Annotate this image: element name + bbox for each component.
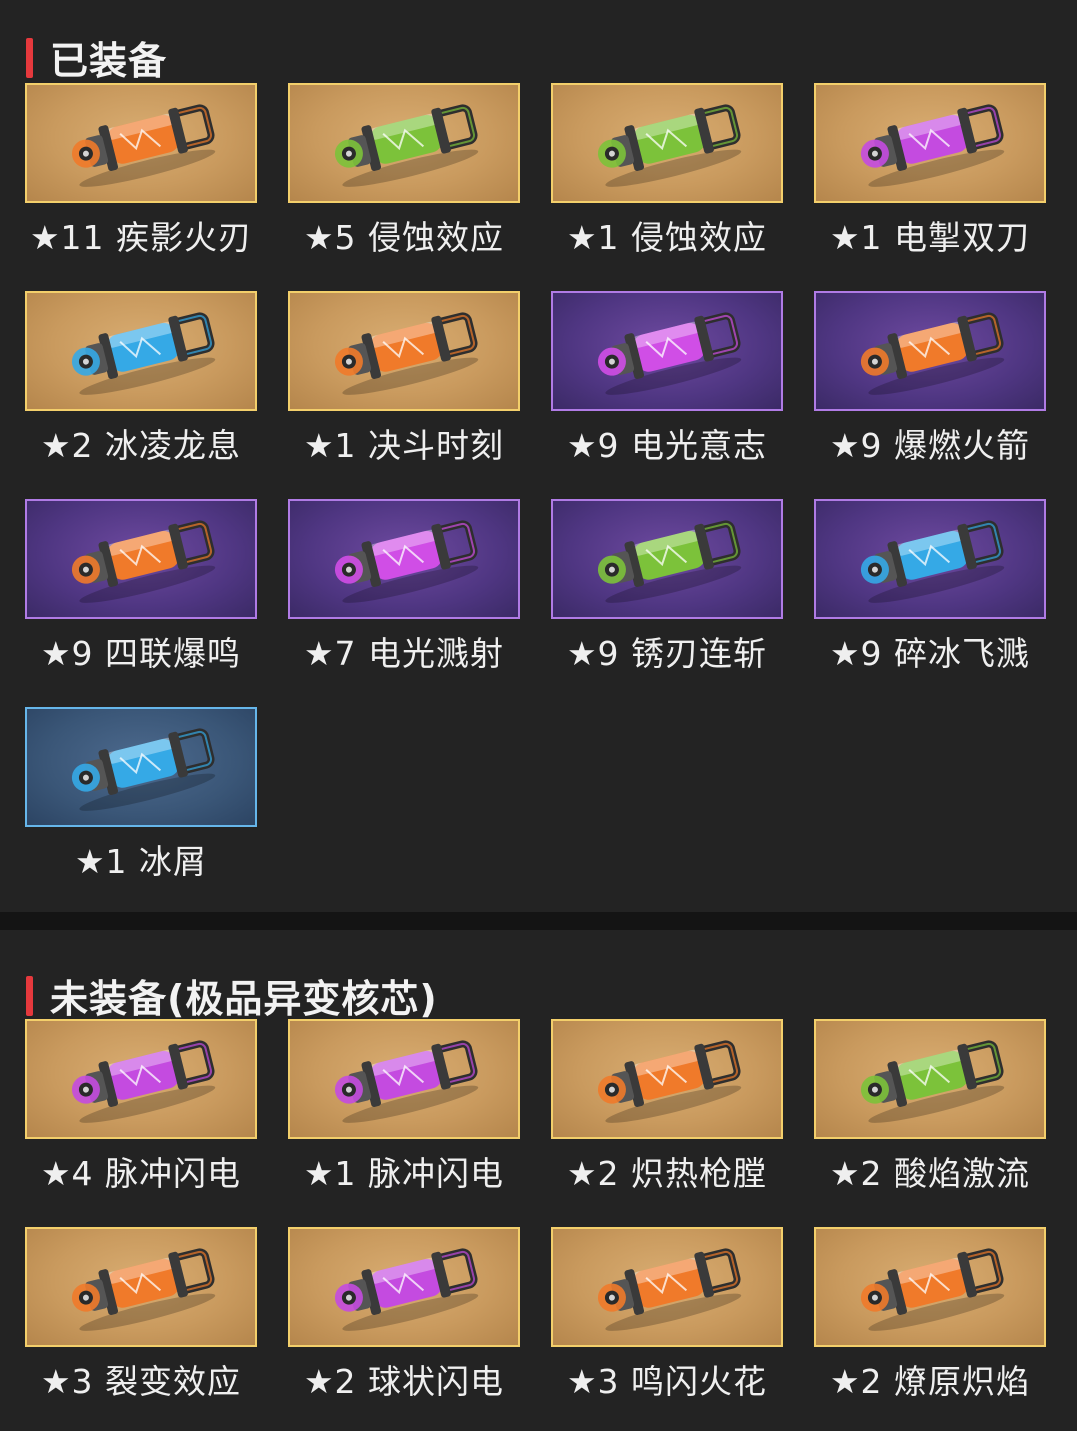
core-tile[interactable]: [814, 1019, 1046, 1139]
core-card[interactable]: ★3 鸣闪火花: [551, 1227, 813, 1417]
core-label: ★7 电光溅射: [303, 634, 505, 673]
core-tile[interactable]: [25, 499, 257, 619]
core-label: ★5 侵蚀效应: [303, 218, 505, 257]
core-tile[interactable]: [25, 1019, 257, 1139]
core-cannon-icon: [860, 312, 1005, 395]
core-card[interactable]: ★1 侵蚀效应: [551, 83, 813, 273]
core-cannon-icon: [597, 104, 742, 187]
core-tile[interactable]: [25, 83, 257, 203]
core-tile[interactable]: [814, 83, 1046, 203]
core-card[interactable]: ★11 疾影火刃: [25, 83, 287, 273]
core-label: ★2 球状闪电: [303, 1362, 505, 1401]
core-tile[interactable]: [288, 83, 520, 203]
core-tile[interactable]: [551, 1019, 783, 1139]
core-cannon-icon: [71, 1040, 216, 1123]
core-tile[interactable]: [551, 291, 783, 411]
core-tile[interactable]: [288, 499, 520, 619]
core-card[interactable]: ★9 碎冰飞溅: [814, 499, 1076, 689]
core-cannon-icon: [597, 1248, 742, 1331]
core-card[interactable]: ★1 冰屑: [25, 707, 287, 897]
core-card[interactable]: ★1 电掣双刀: [814, 83, 1076, 273]
core-label: ★9 电光意志: [566, 426, 768, 465]
core-label: ★2 燎原炽焰: [829, 1362, 1031, 1401]
core-cannon-icon: [860, 1040, 1005, 1123]
core-card[interactable]: ★5 侵蚀效应: [288, 83, 550, 273]
core-card[interactable]: ★1 脉冲闪电: [288, 1019, 550, 1209]
core-tile[interactable]: [814, 291, 1046, 411]
core-cannon-icon: [334, 104, 479, 187]
core-label: ★9 锈刃连斩: [566, 634, 768, 673]
core-label: ★3 裂变效应: [40, 1362, 242, 1401]
core-card[interactable]: ★9 锈刃连斩: [551, 499, 813, 689]
core-label: ★2 炽热枪膛: [566, 1154, 768, 1193]
core-card[interactable]: ★4 脉冲闪电: [25, 1019, 287, 1209]
section-divider: [0, 912, 1077, 930]
core-label: ★11 疾影火刃: [29, 218, 253, 257]
core-card[interactable]: ★9 四联爆鸣: [25, 499, 287, 689]
core-label: ★4 脉冲闪电: [40, 1154, 242, 1193]
core-cannon-icon: [71, 1248, 216, 1331]
core-cannon-icon: [71, 312, 216, 395]
core-cannon-icon: [597, 312, 742, 395]
core-label: ★1 脉冲闪电: [303, 1154, 505, 1193]
core-tile[interactable]: [814, 499, 1046, 619]
core-cannon-icon: [334, 312, 479, 395]
core-label: ★1 电掣双刀: [829, 218, 1031, 257]
equipped-grid: ★11 疾影火刃 ★5 侵蚀效应 ★1 侵蚀效应 ★1 电掣双刀 ★2 冰凌龙息 ★1 决…: [0, 0, 1077, 912]
core-label: ★9 四联爆鸣: [40, 634, 242, 673]
core-cannon-icon: [71, 104, 216, 187]
core-tile[interactable]: [814, 1227, 1046, 1347]
core-tile[interactable]: [551, 499, 783, 619]
core-card[interactable]: ★9 电光意志: [551, 291, 813, 481]
core-tile[interactable]: [25, 1227, 257, 1347]
core-label: ★2 冰凌龙息: [40, 426, 242, 465]
unequipped-section: 未装备(极品异变核芯) ★4 脉冲闪电 ★1 脉冲闪电 ★2 炽热枪膛 ★2 酸焰激流…: [0, 930, 1077, 1431]
core-cannon-icon: [860, 1248, 1005, 1331]
unequipped-grid: ★4 脉冲闪电 ★1 脉冲闪电 ★2 炽热枪膛 ★2 酸焰激流 ★3 裂变效应 ★2 球状…: [0, 930, 1077, 1431]
core-tile[interactable]: [25, 707, 257, 827]
core-label: ★1 侵蚀效应: [566, 218, 768, 257]
core-cannon-icon: [860, 520, 1005, 603]
core-tile[interactable]: [551, 83, 783, 203]
core-label: ★3 鸣闪火花: [566, 1362, 768, 1401]
core-card[interactable]: ★3 裂变效应: [25, 1227, 287, 1417]
core-label: ★9 碎冰飞溅: [829, 634, 1031, 673]
core-card[interactable]: ★2 冰凌龙息: [25, 291, 287, 481]
core-tile[interactable]: [288, 291, 520, 411]
core-card[interactable]: ★2 酸焰激流: [814, 1019, 1076, 1209]
core-cannon-icon: [334, 520, 479, 603]
core-card[interactable]: ★1 决斗时刻: [288, 291, 550, 481]
core-card[interactable]: ★2 球状闪电: [288, 1227, 550, 1417]
core-tile[interactable]: [25, 291, 257, 411]
core-card[interactable]: ★7 电光溅射: [288, 499, 550, 689]
core-card[interactable]: ★2 燎原炽焰: [814, 1227, 1076, 1417]
core-tile[interactable]: [551, 1227, 783, 1347]
core-cannon-icon: [334, 1248, 479, 1331]
core-tile[interactable]: [288, 1019, 520, 1139]
core-cannon-icon: [71, 520, 216, 603]
core-cannon-icon: [597, 1040, 742, 1123]
core-cannon-icon: [334, 1040, 479, 1123]
core-label: ★2 酸焰激流: [829, 1154, 1031, 1193]
equipped-section: 已装备 ★11 疾影火刃 ★5 侵蚀效应 ★1 侵蚀效应 ★1 电掣双刀 ★2 冰凌龙息…: [0, 0, 1077, 912]
core-cannon-icon: [71, 728, 216, 811]
core-tile[interactable]: [288, 1227, 520, 1347]
core-label: ★1 决斗时刻: [303, 426, 505, 465]
core-label: ★9 爆燃火箭: [829, 426, 1031, 465]
core-card[interactable]: ★9 爆燃火箭: [814, 291, 1076, 481]
core-card[interactable]: ★2 炽热枪膛: [551, 1019, 813, 1209]
core-cannon-icon: [860, 104, 1005, 187]
core-label: ★1 冰屑: [74, 842, 208, 881]
core-cannon-icon: [597, 520, 742, 603]
